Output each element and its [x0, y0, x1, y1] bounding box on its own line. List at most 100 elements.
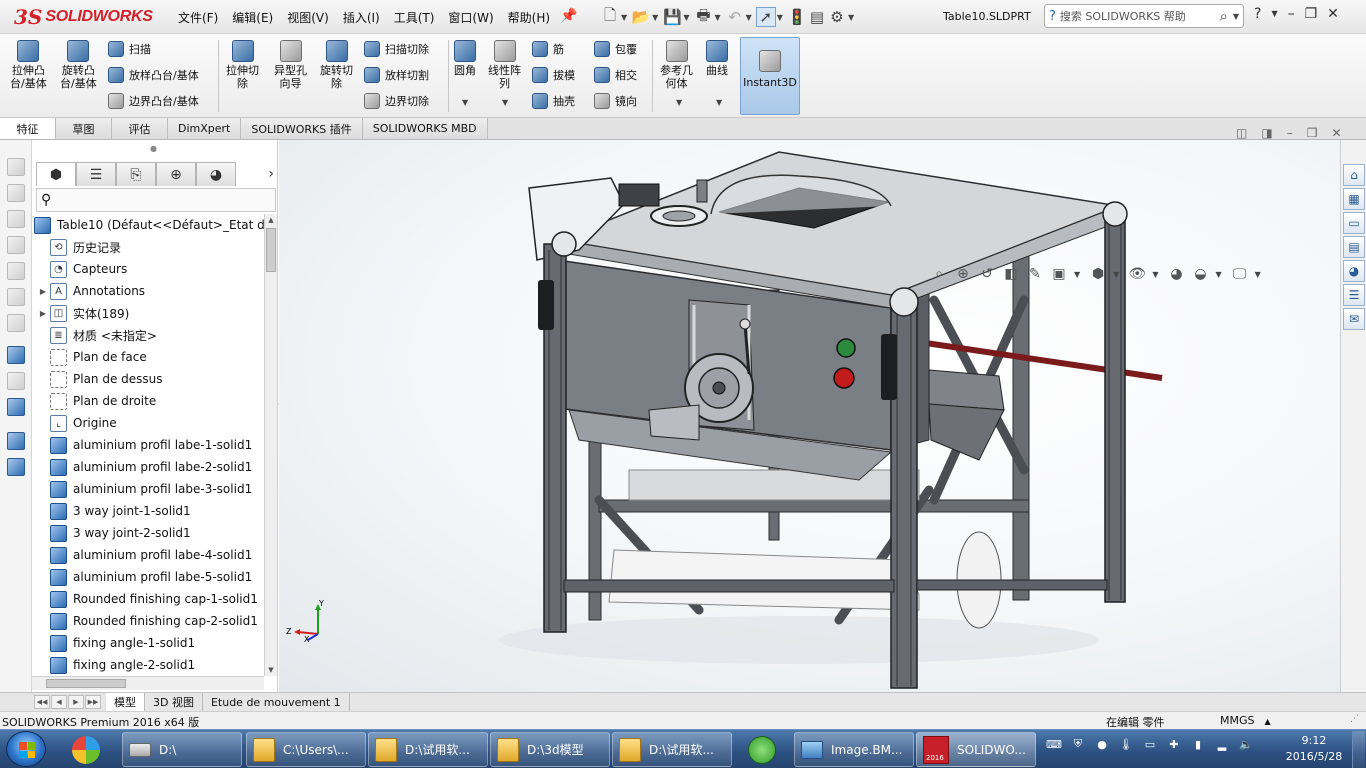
tab-dimxpert[interactable]: DimXpert [168, 118, 242, 139]
display-icon[interactable]: ▭ [1142, 736, 1158, 752]
options-dropdown-icon[interactable]: ▼ [848, 13, 854, 22]
custom-properties-icon[interactable]: ☰ [1343, 284, 1365, 306]
tab-addins[interactable]: SOLIDWORKS 插件 [241, 118, 363, 139]
save-icon[interactable]: 💾 [662, 7, 682, 27]
taskbar-task[interactable]: D:\试用软... [368, 732, 488, 767]
taskbar-task[interactable]: D:\ [122, 732, 242, 767]
previous-view-icon[interactable]: ↺ [977, 264, 997, 284]
apply-scene-icon[interactable]: ◒ [1190, 264, 1210, 284]
taskbar-pinned-app[interactable] [738, 732, 786, 767]
linear-pattern-button[interactable]: 线性阵 列 [488, 40, 521, 90]
instant3d-button[interactable]: Instant3D [740, 37, 800, 115]
fillet-dropdown-icon[interactable]: ▼ [462, 98, 468, 107]
tab-3d-views[interactable]: 3D 视图 [145, 693, 203, 711]
tab-mbd[interactable]: SOLIDWORKS MBD [362, 118, 488, 139]
display-style-icon[interactable]: ⬢ [1088, 264, 1108, 284]
search-input[interactable]: 搜索 SOLIDWORKS 帮助 [1060, 8, 1220, 24]
reference-geometry-button[interactable]: 参考几 何体 [660, 40, 693, 90]
unit-system[interactable]: MMGS ▲ [1220, 714, 1271, 727]
undo-dropdown-icon[interactable]: ▼ [746, 13, 752, 22]
taskbar-task[interactable]: D:\3d模型 [490, 732, 610, 767]
sweep-button[interactable]: 扫描 [108, 38, 151, 60]
tree-item[interactable]: Plan de face [38, 346, 147, 368]
tree-item[interactable]: ⌞ Origine [38, 412, 117, 434]
fillet-button[interactable]: 圆角 [454, 40, 476, 77]
menu-insert[interactable]: 插入(I) [343, 9, 380, 26]
network-signal-icon[interactable]: ▂ [1214, 736, 1230, 752]
zoom-to-area-icon[interactable]: ⊕ [953, 264, 973, 284]
tree-item[interactable]: ▶ A Annotations [38, 280, 145, 302]
help-dropdown-icon[interactable]: ▼ [1271, 6, 1277, 22]
tab-sketch[interactable]: 草图 [56, 118, 112, 139]
shortcut-icon[interactable] [7, 314, 25, 332]
orientation-dropdown-icon[interactable]: ▼ [1074, 270, 1080, 279]
tree-item[interactable]: ≣ 材质 <未指定> [38, 324, 157, 346]
tree-item[interactable]: ▶ ◫ 实体(189) [38, 302, 129, 324]
prev-tab-icon[interactable]: ◀ [51, 695, 67, 709]
taskbar-task-solidworks[interactable]: 2016 SOLIDWO... [916, 732, 1036, 767]
tree-item[interactable]: ⟲ 历史记录 [38, 236, 121, 258]
body-shortcut-icon[interactable] [7, 458, 25, 476]
tree-item[interactable]: fixing angle-1-solid1 [38, 632, 195, 654]
print-dropdown-icon[interactable]: ▼ [714, 13, 720, 22]
boundary-boss-button[interactable]: 边界凸台/基体 [108, 90, 199, 112]
traffic-light-icon[interactable]: 🚦 [787, 7, 807, 27]
tree-horizontal-scrollbar[interactable] [32, 676, 264, 690]
start-button[interactable] [6, 731, 46, 767]
extrude-cut-button[interactable]: 拉伸切 除 [226, 40, 259, 90]
tab-features[interactable]: 特征 [0, 118, 56, 139]
scroll-down-icon[interactable]: ▼ [265, 664, 277, 676]
menu-edit[interactable]: 编辑(E) [232, 9, 273, 26]
taskbar-pinned-app[interactable] [62, 732, 110, 767]
hide-show-dropdown-icon[interactable]: ▼ [1152, 270, 1158, 279]
shortcut-icon[interactable] [7, 184, 25, 202]
swept-cut-button[interactable]: 扫描切除 [364, 38, 429, 60]
solidworks-logo[interactable]: 3S SOLIDWORKS [14, 5, 153, 29]
tree-item[interactable]: 3 way joint-2-solid1 [38, 522, 191, 544]
temperature-icon[interactable]: 🌡 [1118, 736, 1134, 752]
tab-motion-study[interactable]: Etude de mouvement 1 [203, 693, 350, 711]
hide-show-items-icon[interactable]: 👁 [1127, 264, 1147, 284]
hscroll-thumb[interactable] [46, 679, 126, 688]
first-tab-icon[interactable]: ◀◀ [34, 695, 50, 709]
shortcut-icon[interactable] [7, 288, 25, 306]
new-icon[interactable]: 🗋 [600, 6, 620, 27]
lofted-cut-button[interactable]: 放样切割 [364, 64, 429, 86]
forum-icon[interactable]: ✉ [1343, 308, 1365, 330]
view-palette-icon[interactable]: ▤ [1343, 236, 1365, 258]
open-icon[interactable]: 📂 [631, 7, 651, 27]
expand-arrow-icon[interactable]: ▶ [38, 287, 48, 296]
new-dropdown-icon[interactable]: ▼ [621, 13, 627, 22]
undo-icon[interactable]: ↶ [725, 7, 745, 27]
security-shield-icon[interactable]: ⛨ [1070, 736, 1086, 752]
shortcut-icon[interactable] [7, 372, 25, 390]
curves-button[interactable]: 曲线 [706, 40, 728, 77]
display-style-dropdown-icon[interactable]: ▼ [1113, 270, 1119, 279]
viewport-close-icon[interactable]: ✕ [1331, 126, 1341, 140]
menu-help[interactable]: 帮助(H) [508, 9, 550, 26]
tree-item[interactable]: aluminium profil labe-1-solid1 [38, 434, 252, 456]
help-search-box[interactable]: ? 搜索 SOLIDWORKS 帮助 ⌕ ▼ [1044, 4, 1244, 28]
select-icon[interactable]: ➚ [755, 7, 776, 27]
sketch-shortcut-icon[interactable] [7, 346, 25, 364]
taskbar-task[interactable]: D:\试用软... [612, 732, 732, 767]
tree-vertical-scrollbar[interactable]: ▲ ▼ [264, 214, 277, 676]
tree-item[interactable]: aluminium profil labe-4-solid1 [38, 544, 252, 566]
open-dropdown-icon[interactable]: ▼ [652, 13, 658, 22]
menu-window[interactable]: 窗口(W) [448, 9, 493, 26]
tab-model[interactable]: 模型 [106, 693, 145, 711]
volume-icon[interactable]: 🔈 [1238, 736, 1254, 752]
tree-item[interactable]: aluminium profil labe-2-solid1 [38, 456, 252, 478]
view-orientation-icon[interactable]: ▣ [1049, 264, 1069, 284]
taskbar-task[interactable]: Image.BM... [794, 732, 914, 767]
search-dropdown-icon[interactable]: ▼ [1233, 12, 1239, 21]
print-icon[interactable]: 🖶 [693, 6, 713, 27]
view-settings-icon[interactable]: 🖵 [1230, 264, 1250, 284]
system-clock[interactable]: 9:12 2016/5/28 [1284, 733, 1344, 765]
viewport-dock-left-icon[interactable]: ◫ [1236, 126, 1247, 140]
viewport-restore-icon[interactable]: ❐ [1307, 126, 1318, 140]
display-shortcut-icon[interactable] [7, 398, 25, 416]
feature-shortcut-icon[interactable] [7, 432, 25, 450]
configuration-manager-tab-icon[interactable]: ⎘ [116, 162, 156, 186]
tree-item[interactable]: Rounded finishing cap-1-solid1 [38, 588, 258, 610]
